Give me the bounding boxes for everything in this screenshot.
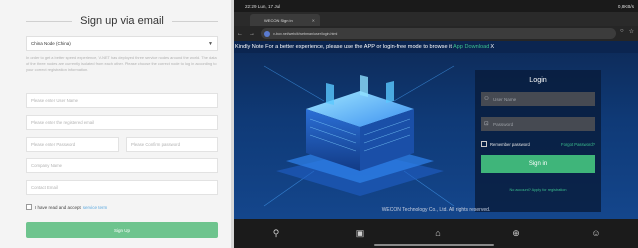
chevron-down-icon: ▼ — [208, 40, 213, 47]
user-name-placeholder: User Name — [493, 96, 517, 102]
signin-button[interactable]: Sign in — [481, 155, 595, 173]
url-field[interactable]: v-box.net/web/#/webman/user/login.html — [261, 28, 616, 39]
back-arrow-icon[interactable]: ← — [234, 31, 246, 37]
app-download-link[interactable]: App Download — [453, 44, 489, 50]
status-right: 0,8KB/s — [617, 3, 634, 9]
contact-email-input[interactable]: Contact Email — [26, 180, 218, 195]
region-select-value: China Node (China) — [31, 41, 71, 46]
agree-label: I have read and accept — [35, 204, 81, 210]
remember-label: Remember password — [490, 141, 530, 147]
remember-row: Remember password Forgot Password? — [481, 141, 595, 147]
notice-close[interactable]: X — [490, 44, 494, 50]
login-title: Login — [529, 75, 547, 84]
page-title: Sign up via email — [80, 15, 164, 27]
remember-checkbox[interactable] — [481, 141, 487, 147]
remember-checkbox-wrap[interactable]: Remember password — [481, 141, 530, 147]
bookmark-star-icon[interactable]: ☆ — [629, 28, 634, 35]
region-select[interactable]: China Node (China) ▼ — [26, 36, 218, 51]
close-icon[interactable]: ✕ — [312, 18, 315, 23]
tablet-browser: 22:29 Lun, 17 Jul 0,8KB/s WECON Sign in … — [234, 0, 638, 248]
divider — [26, 20, 73, 22]
signup-panel: Sign up via email China Node (China) ▼ I… — [0, 0, 231, 248]
address-bar: ← → v-box.net/web/#/webman/user/login.ht… — [234, 26, 638, 41]
password-input[interactable]: Please enter Password — [26, 137, 119, 152]
user-icon: ⚇ — [484, 96, 489, 102]
confirm-password-input[interactable]: Please Confirm password — [126, 137, 218, 152]
company-name-input[interactable]: Company Name — [26, 158, 218, 173]
tab-strip: WECON Sign in ✕ — [234, 12, 638, 26]
status-bar: 22:29 Lun, 17 Jul 0,8KB/s — [234, 0, 638, 12]
footer-copyright: WECON Technology Co., Ltd. All rights re… — [381, 207, 491, 213]
divider — [171, 20, 218, 22]
forgot-password-link[interactable]: Forgot Password? — [561, 142, 595, 147]
tabs-icon[interactable]: ▣ — [354, 227, 366, 239]
email-input[interactable]: Please enter the registered email — [26, 115, 218, 130]
url-text: v-box.net/web/#/webman/user/login.html — [273, 31, 338, 36]
refresh-icon[interactable]: ○ — [620, 28, 624, 35]
game-icon[interactable]: ⊕ — [510, 227, 522, 239]
notice-text: Kindly Note For a better experience, ple… — [235, 44, 452, 50]
password-placeholder: Password — [493, 121, 514, 127]
password-input[interactable]: ⊡ Password — [481, 117, 595, 131]
profile-icon[interactable]: ☺ — [590, 227, 602, 239]
node-note: In order to get a better speed experienc… — [26, 55, 217, 73]
service-term-link[interactable]: service term — [83, 205, 108, 210]
forward-arrow-icon[interactable]: → — [246, 31, 258, 37]
lock-icon: ⊡ — [484, 121, 489, 127]
user-name-input[interactable]: ⚇ User Name — [481, 92, 595, 106]
login-card: Login ⚇ User Name ⊡ Password Remember pa… — [475, 70, 601, 212]
search-icon[interactable]: ⚲ — [270, 227, 282, 239]
browser-tab[interactable]: WECON Sign in ✕ — [250, 14, 320, 26]
address-actions: ○ ☆ — [620, 28, 634, 35]
signup-title-row: Sign up via email — [26, 11, 218, 31]
agree-checkbox[interactable] — [26, 204, 32, 210]
site-favicon-icon — [264, 30, 270, 37]
server-stack-illustration — [263, 65, 455, 207]
register-link[interactable]: No account? Apply for registration — [475, 188, 601, 192]
login-page: Kindly Note For a better experience, ple… — [234, 41, 638, 219]
signup-button[interactable]: Sign Up — [26, 222, 218, 238]
home-icon[interactable]: ⌂ — [432, 227, 444, 239]
agree-row: I have read and accept service term — [26, 203, 107, 211]
composite-screenshot: Sign up via email China Node (China) ▼ I… — [0, 0, 638, 248]
notice-bar: Kindly Note For a better experience, ple… — [234, 41, 638, 53]
home-indicator[interactable] — [374, 244, 494, 246]
user-name-input[interactable]: Please enter User Name — [26, 93, 218, 108]
tab-title: WECON Sign in — [264, 17, 293, 23]
status-time: 22:29 Lun, 17 Jul — [245, 3, 281, 9]
